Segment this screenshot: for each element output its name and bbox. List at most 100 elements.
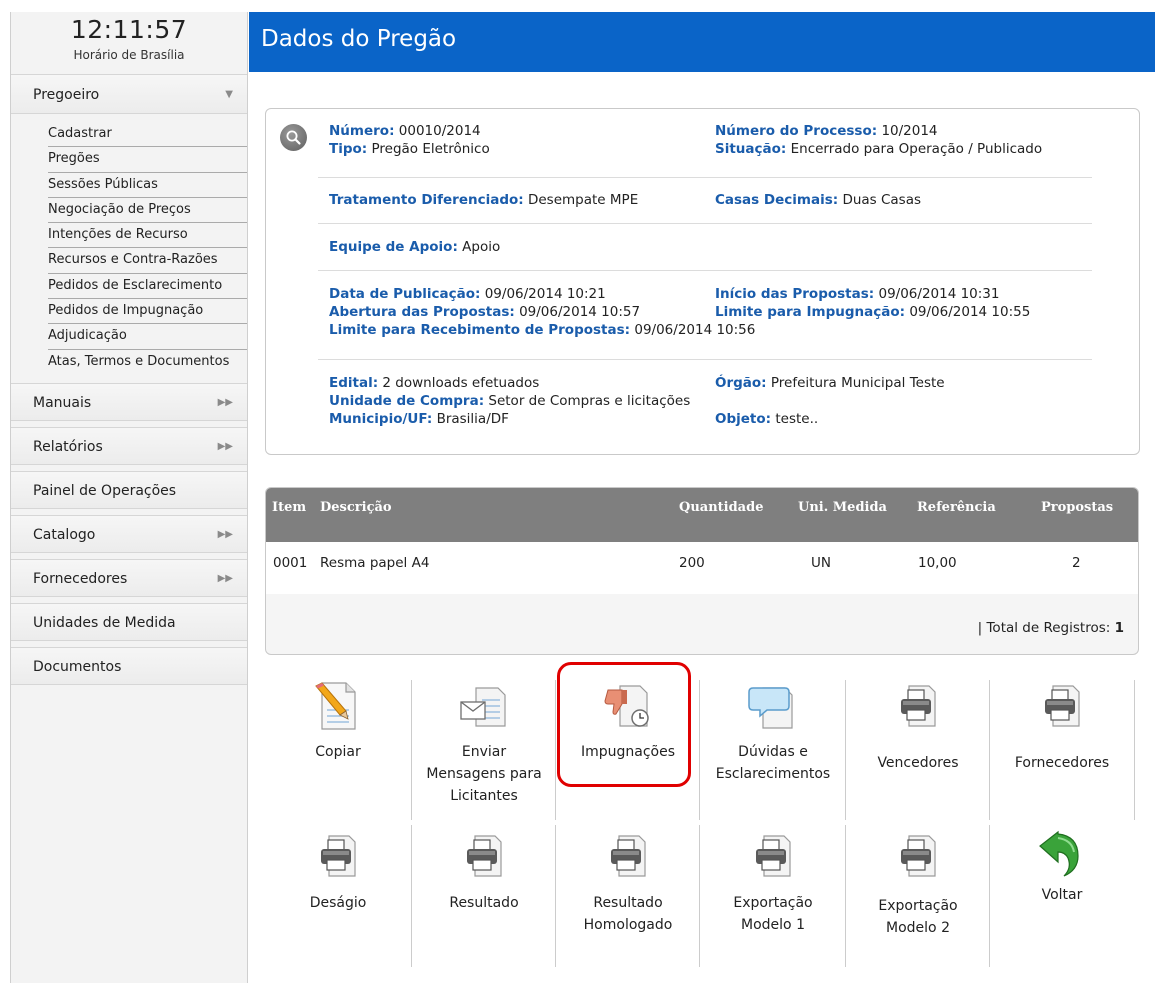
items-table: Item Descrição Quantidade Uni. Medida Re… <box>265 487 1139 655</box>
detail-row: Abertura das Propostas: 09/06/2014 10:57… <box>329 304 1091 322</box>
table-header: Item Descrição Quantidade Uni. Medida Re… <box>266 488 1138 542</box>
objeto-value: teste.. <box>775 411 819 427</box>
col-item[interactable]: Item <box>272 500 306 515</box>
col-referencia[interactable]: Referência <box>917 500 996 515</box>
detail-row: Municipio/UF: Brasilia/DF Objeto: teste.… <box>329 411 1091 429</box>
col-uni-medida[interactable]: Uni. Medida <box>798 500 887 515</box>
header-bar: Dados do Pregão <box>249 12 1155 72</box>
processo-value: 10/2014 <box>881 123 938 139</box>
table-row[interactable]: 0001 Resma papel A4 200 UN 10,00 2 <box>266 542 1138 594</box>
resultado-homologado-button[interactable]: Resultado Homologado <box>556 830 700 936</box>
speech-bubble-document-icon <box>747 680 799 732</box>
objeto-label: Objeto: <box>715 411 772 427</box>
enviar-label-line3: Licitantes <box>450 788 518 804</box>
detail-row: Edital: 2 downloads efetuados Órgão: Pre… <box>329 375 1091 393</box>
submenu-pedidos-impugnacao[interactable]: Pedidos de Impugnação <box>48 299 247 325</box>
col-quantidade[interactable]: Quantidade <box>679 500 763 515</box>
submenu-adjudicacao[interactable]: Adjudicação <box>48 324 247 350</box>
publicacao-label: Data de Publicação: <box>329 286 481 302</box>
exportacao-modelo-2-button[interactable]: Exportação Modelo 2 <box>846 830 990 939</box>
pencil-document-icon <box>312 680 364 732</box>
edital-value: 2 downloads efetuados <box>382 375 540 391</box>
numero-label: Número: <box>329 123 395 139</box>
cell-propostas: 2 <box>1072 555 1081 571</box>
menu-manuais[interactable]: Manuais ▶▶ <box>11 382 247 421</box>
enviar-mensagens-button[interactable]: Enviar Mensagens para Licitantes <box>412 680 556 807</box>
menu-pregoeiro-label: Pregoeiro <box>33 87 100 103</box>
orgao-label: Órgão: <box>715 375 767 391</box>
tratamento-label: Tratamento Diferenciado: <box>329 192 524 208</box>
cell-uni-medida: UN <box>811 555 831 571</box>
highlight-outline <box>557 662 691 787</box>
collapse-icon: ▼ <box>225 89 233 100</box>
printer-icon <box>747 830 799 882</box>
tipo-label: Tipo: <box>329 141 368 157</box>
resultado-homologado-line2: Homologado <box>583 917 673 933</box>
detail-row: Número: 00010/2014 Número do Processo: 1… <box>329 123 1091 141</box>
desagio-button[interactable]: Deságio <box>266 830 410 914</box>
submenu-pedidos-esclarecimento[interactable]: Pedidos de Esclarecimento <box>48 274 247 300</box>
vencedores-button[interactable]: Vencedores <box>846 680 990 774</box>
menu-unidades-medida-label: Unidades de Medida <box>33 614 176 631</box>
copiar-button[interactable]: Copiar <box>266 680 410 763</box>
sidebar: 12:11:57 Horário de Brasília Pregoeiro ▼… <box>10 12 248 983</box>
submenu-pregoes[interactable]: Pregões <box>48 147 247 173</box>
desagio-label: Deságio <box>309 895 367 911</box>
equipe-value: Apoio <box>462 239 501 255</box>
menu-manuais-label: Manuais <box>33 394 92 411</box>
menu-catalogo[interactable]: Catalogo ▶▶ <box>11 514 247 553</box>
detail-row: Unidade de Compra: Setor de Compras e li… <box>329 393 1091 411</box>
publicacao-value: 09/06/2014 10:21 <box>484 286 606 302</box>
fornecedores-button[interactable]: Fornecedores <box>990 680 1134 774</box>
col-propostas[interactable]: Propostas <box>1041 500 1113 515</box>
menu-fornecedores[interactable]: Fornecedores ▶▶ <box>11 558 247 597</box>
clock-subtitle: Horário de Brasília <box>73 48 185 62</box>
unidade-label: Unidade de Compra: <box>329 393 485 409</box>
menu-relatorios[interactable]: Relatórios ▶▶ <box>11 426 247 465</box>
submenu-atas-termos[interactable]: Atas, Termos e Documentos <box>48 350 247 375</box>
duvidas-button[interactable]: Dúvidas e Esclarecimentos <box>701 680 845 785</box>
submenu-recursos-contra-razoes[interactable]: Recursos e Contra-Razões <box>48 248 247 274</box>
casas-label: Casas Decimais: <box>715 192 839 208</box>
divider <box>318 270 1092 271</box>
detail-row: Data de Publicação: 09/06/2014 10:21 Iní… <box>329 286 1091 304</box>
divider <box>318 359 1092 360</box>
submenu-intencoes-recurso[interactable]: Intenções de Recurso <box>48 223 247 249</box>
exportacao-modelo-1-button[interactable]: Exportação Modelo 1 <box>701 830 845 936</box>
unidade-value: Setor de Compras e licitações <box>488 393 691 409</box>
limite-recebimento-label: Limite para Recebimento de Propostas: <box>329 322 631 338</box>
submenu-sessoes-publicas[interactable]: Sessões Públicas <box>48 173 247 198</box>
inicio-label: Início das Propostas: <box>715 286 875 302</box>
submenu-cadastrar[interactable]: Cadastrar <box>48 122 247 148</box>
total-registros: | Total de Registros: 1 <box>978 620 1124 636</box>
details-section-edital: Edital: 2 downloads efetuados Órgão: Pre… <box>329 375 1091 429</box>
expand-icon: ▶▶ <box>217 528 233 540</box>
cell-descricao: Resma papel A4 <box>320 555 430 571</box>
numero-value: 00010/2014 <box>398 123 481 139</box>
details-panel: Número: 00010/2014 Número do Processo: 1… <box>265 108 1140 455</box>
menu-catalogo-label: Catalogo <box>33 526 96 543</box>
total-value: 1 <box>1114 620 1124 636</box>
total-label: | Total de Registros: <box>977 620 1111 636</box>
expand-icon: ▶▶ <box>217 440 233 452</box>
envelope-document-icon <box>458 680 510 732</box>
enviar-label-line1: Enviar <box>461 744 507 760</box>
menu-unidades-medida[interactable]: Unidades de Medida <box>11 602 247 641</box>
col-descricao[interactable]: Descrição <box>320 500 392 515</box>
exportacao-modelo-2-line1: Exportação <box>878 898 958 914</box>
resultado-button[interactable]: Resultado <box>412 830 556 914</box>
exportacao-modelo-2-line2: Modelo 2 <box>886 920 950 936</box>
menu-pregoeiro[interactable]: Pregoeiro ▼ <box>11 74 247 114</box>
exportacao-modelo-1-line2: Modelo 1 <box>741 917 805 933</box>
submenu-negociacao-precos[interactable]: Negociação de Preços <box>48 198 247 224</box>
search-icon[interactable] <box>280 124 307 151</box>
voltar-button[interactable]: Voltar <box>990 830 1134 906</box>
menu-painel-operacoes[interactable]: Painel de Operações <box>11 470 247 509</box>
tipo-value: Pregão Eletrônico <box>371 141 490 157</box>
exportacao-modelo-1-line1: Exportação <box>733 895 813 911</box>
menu-fornecedores-label: Fornecedores <box>33 570 128 587</box>
page: 12:11:57 Horário de Brasília Pregoeiro ▼… <box>0 0 1155 983</box>
clock: 12:11:57 Horário de Brasília <box>11 12 247 74</box>
cell-referencia: 10,00 <box>918 555 957 571</box>
menu-documentos[interactable]: Documentos <box>11 646 247 685</box>
